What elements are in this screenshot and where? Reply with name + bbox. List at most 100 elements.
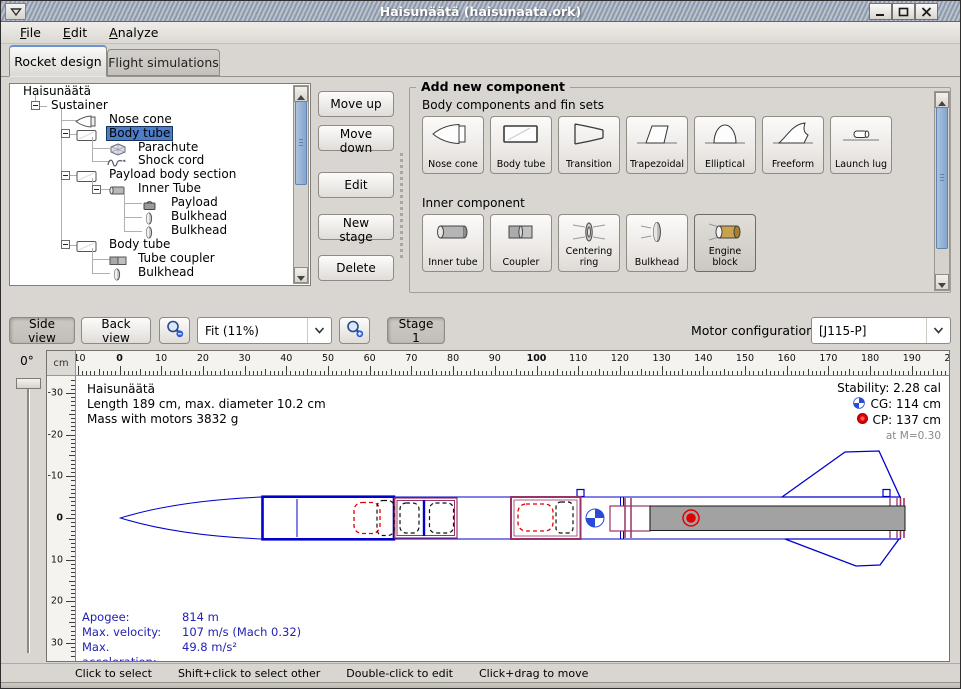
add-nose-cone-button[interactable]: Nose cone xyxy=(422,116,484,174)
add-launch-lug-button[interactable]: Launch lug xyxy=(830,116,892,174)
zoom-out-button[interactable] xyxy=(159,317,190,344)
menu-item-file[interactable]: File xyxy=(9,23,52,42)
tab-rocket-design[interactable]: Rocket design xyxy=(9,45,107,77)
delete-button[interactable]: Delete xyxy=(318,255,394,281)
rocket-view-panel: cm -100102030405060708090100110120130140… xyxy=(46,350,950,662)
component-group-label: Body components and fin sets xyxy=(422,98,604,112)
maximize-button[interactable] xyxy=(892,3,915,20)
parachute-outline xyxy=(354,503,380,534)
cp-value: CP: 137 cm xyxy=(873,413,941,429)
mach-condition: at M=0.30 xyxy=(837,429,941,445)
tree-expander-icon[interactable] xyxy=(92,185,101,194)
scroll-up-button[interactable] xyxy=(935,92,949,108)
h-ruler-label: 50 xyxy=(322,353,334,364)
tree-item-inner-tube[interactable]: Inner Tube xyxy=(11,182,293,196)
menu-item-analyze[interactable]: Analyze xyxy=(98,23,169,42)
close-button[interactable] xyxy=(915,3,938,20)
add-engine-block-button[interactable]: Engine block xyxy=(694,214,756,272)
tree-action-buttons: Move up Move down Edit New stage Delete xyxy=(318,91,396,281)
tree-item-body-tube[interactable]: Body tube xyxy=(11,127,293,141)
titlebar: Haisunäätä (haisunaata.ork) xyxy=(1,1,960,22)
window-title: Haisunäätä (haisunaata.ork) xyxy=(1,1,960,21)
flight-stat-value: 107 m/s (Mach 0.32) xyxy=(182,625,301,640)
cp-icon xyxy=(857,413,868,429)
tree-item-bulkhead[interactable]: Bulkhead xyxy=(11,224,293,238)
component-button-label: Inner tube xyxy=(424,258,482,269)
close-icon xyxy=(921,2,932,21)
tree-item-body-tube[interactable]: Body tube xyxy=(11,238,293,252)
tree-item-tube-coupler[interactable]: Tube coupler xyxy=(11,252,293,266)
tree-scrollbar[interactable] xyxy=(293,85,309,284)
fin-elliptical-icon xyxy=(695,119,755,149)
tree-expander-icon[interactable] xyxy=(61,171,70,180)
add-trapezoidal-button[interactable]: Trapezoidal xyxy=(626,116,688,174)
h-ruler-label: 60 xyxy=(364,353,376,364)
motor-mount-outline xyxy=(610,506,650,531)
tree-item-label: Inner Tube xyxy=(136,182,203,196)
move-down-button[interactable]: Move down xyxy=(318,125,394,151)
add-centering-ring-button[interactable]: Centering ring xyxy=(558,214,620,272)
h-ruler-label: 160 xyxy=(778,353,796,364)
add-elliptical-button[interactable]: Elliptical xyxy=(694,116,756,174)
scroll-up-button[interactable] xyxy=(294,86,308,102)
tree-item-nose-cone[interactable]: Nose cone xyxy=(11,113,293,127)
move-up-button[interactable]: Move up xyxy=(318,91,394,117)
stage-1-toggle[interactable]: Stage 1 xyxy=(387,317,445,344)
h-ruler-label: 180 xyxy=(861,353,879,364)
add-inner-tube-button[interactable]: Inner tube xyxy=(422,214,484,272)
tree-item-label: Nose cone xyxy=(107,113,174,127)
tree-item-shock-cord[interactable]: Shock cord xyxy=(11,154,293,168)
centering-ring-icon xyxy=(559,217,619,247)
minimize-button[interactable] xyxy=(869,3,892,20)
component-button-label: Centering ring xyxy=(560,247,618,268)
zoom-level-select[interactable]: Fit (11%) xyxy=(197,317,332,344)
component-button-label: Bulkhead xyxy=(628,258,686,269)
edit-button[interactable]: Edit xyxy=(318,172,394,198)
tree-item-haisun-t[interactable]: Haisunäätä xyxy=(11,85,293,99)
h-ruler-label: 0 xyxy=(116,353,123,364)
component-tree[interactable]: HaisunäätäSustainerNose coneBody tubePar… xyxy=(11,85,293,284)
tree-item-label: Sustainer xyxy=(49,99,110,113)
add-transition-button[interactable]: Transition xyxy=(558,116,620,174)
add-freeform-button[interactable]: Freeform xyxy=(762,116,824,174)
h-ruler-label: 110 xyxy=(569,353,587,364)
flight-stat-label: Max. acceleration: xyxy=(82,640,182,661)
tree-item-label: Tube coupler xyxy=(136,252,217,266)
motor-configuration-value: [J115-P] xyxy=(812,324,926,338)
scrollbar-thumb[interactable] xyxy=(936,107,948,249)
tree-item-sustainer[interactable]: Sustainer xyxy=(11,99,293,113)
panel-splitter[interactable] xyxy=(400,153,403,258)
v-ruler-label: 10 xyxy=(51,554,63,565)
tree-item-bulkhead[interactable]: Bulkhead xyxy=(11,210,293,224)
maximize-icon xyxy=(898,2,909,21)
new-stage-button[interactable]: New stage xyxy=(318,214,394,240)
add-coupler-button[interactable]: Coupler xyxy=(490,214,552,272)
tree-item-payload-body-section[interactable]: Payload body section xyxy=(11,168,293,182)
back-view-button[interactable]: Back view xyxy=(81,317,151,344)
scroll-down-button[interactable] xyxy=(935,274,949,290)
tree-expander-icon[interactable] xyxy=(61,240,70,249)
tree-item-payload[interactable]: Payload xyxy=(11,196,293,210)
scrollbar-thumb[interactable] xyxy=(295,101,307,185)
rocket-canvas[interactable]: Haisunäätä Length 189 cm, max. diameter … xyxy=(77,377,949,661)
scroll-down-button[interactable] xyxy=(294,267,308,283)
zoom-in-button[interactable] xyxy=(339,317,370,344)
add-component-title: Add new component xyxy=(416,79,570,94)
add-body-tube-button[interactable]: Body tube xyxy=(490,116,552,174)
rotation-slider-handle[interactable] xyxy=(16,378,41,389)
tree-expander-icon[interactable] xyxy=(31,101,40,110)
tree-item-label: Bulkhead xyxy=(169,210,229,224)
tree-item-bulkhead[interactable]: Bulkhead xyxy=(11,266,293,280)
side-view-button[interactable]: Side view xyxy=(9,317,75,344)
motor-configuration-select[interactable]: [J115-P] xyxy=(811,317,951,344)
ruler-unit-label: cm xyxy=(47,351,76,376)
tree-shockcord-icon xyxy=(106,154,132,167)
tree-item-parachute[interactable]: Parachute xyxy=(11,141,293,155)
h-ruler-label: 70 xyxy=(405,353,417,364)
tab-flight-simulations[interactable]: Flight simulations xyxy=(107,49,220,76)
menu-item-edit[interactable]: Edit xyxy=(52,23,98,42)
tree-expander-icon[interactable] xyxy=(61,129,70,138)
panel-scrollbar[interactable] xyxy=(934,91,950,291)
rocket-name: Haisunäätä xyxy=(87,382,326,397)
add-bulkhead-button[interactable]: Bulkhead xyxy=(626,214,688,272)
